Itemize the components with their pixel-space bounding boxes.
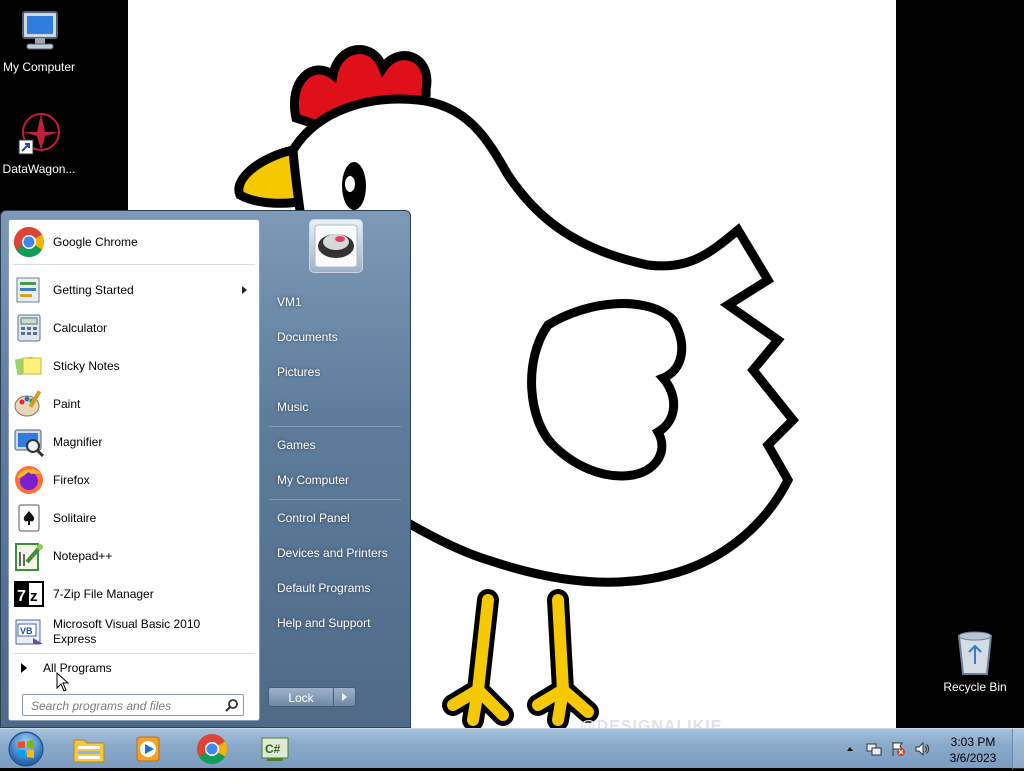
program-calculator[interactable]: Calculator [13, 310, 257, 346]
taskbar-chrome[interactable] [184, 731, 240, 767]
start-button[interactable] [6, 730, 46, 768]
program-label: Paint [53, 396, 81, 411]
start-link-user-folder[interactable]: VM1 [267, 288, 403, 316]
program-magnifier[interactable]: Magnifier [13, 424, 257, 460]
program-firefox[interactable]: Firefox [13, 462, 257, 498]
program-label: Sticky Notes [53, 358, 120, 373]
taskbar-media-player[interactable] [120, 731, 176, 767]
csharp-icon: C# [261, 737, 289, 761]
desktop-icon-label: Recycle Bin [943, 680, 1007, 694]
divider [13, 653, 255, 654]
calculator-icon [13, 312, 45, 344]
arrow-right-icon [342, 693, 347, 701]
shutdown-options-button[interactable] [334, 687, 356, 707]
all-programs-label: All Programs [43, 661, 112, 675]
program-paint[interactable]: Paint [13, 386, 257, 422]
svg-text:7: 7 [17, 588, 26, 605]
start-link-help-support[interactable]: Help and Support [267, 609, 403, 637]
desktop-icon-recycle-bin[interactable]: Recycle Bin [933, 630, 1017, 694]
search-input[interactable] [29, 696, 223, 716]
program-label: Calculator [53, 320, 108, 335]
program-notepadpp[interactable]: Notepad++ [13, 538, 257, 574]
program-label: Getting Started [53, 282, 134, 297]
program-label: Notepad++ [53, 548, 113, 563]
desktop-icon-datawagon[interactable]: DataWagon... [0, 110, 81, 176]
search-programs-box[interactable] [22, 694, 244, 716]
program-label: Magnifier [53, 434, 103, 449]
start-link-my-computer[interactable]: My Computer [267, 466, 403, 494]
clock-date: 3/6/2023 [949, 751, 997, 765]
clock[interactable]: 3:03 PM 3/6/2023 [938, 734, 1008, 766]
program-sticky-notes[interactable]: Sticky Notes [13, 348, 257, 384]
computer-icon [15, 8, 63, 56]
paint-icon [13, 388, 45, 420]
program-label: 7-Zip File Manager [53, 586, 154, 601]
magnifier-icon [13, 426, 45, 458]
program-label: Firefox [53, 472, 90, 487]
divider [269, 499, 401, 500]
program-google-chrome[interactable]: Google Chrome [13, 224, 257, 260]
start-link-pictures[interactable]: Pictures [267, 358, 403, 386]
chicken-wing [527, 299, 687, 481]
start-link-devices-printers[interactable]: Devices and Printers [267, 539, 403, 567]
vb-icon: VB [13, 616, 45, 648]
program-visual-basic[interactable]: VB Microsoft Visual Basic 2010 Express [13, 614, 257, 650]
network-icon[interactable] [866, 741, 882, 757]
svg-text:VB: VB [20, 626, 33, 636]
start-link-games[interactable]: Games [267, 431, 403, 459]
notepadpp-icon [13, 540, 45, 572]
media-player-icon [136, 736, 160, 762]
divider [269, 426, 401, 427]
user-picture[interactable] [309, 219, 363, 273]
volume-icon[interactable] [914, 741, 930, 757]
program-getting-started[interactable]: Getting Started [13, 272, 257, 308]
clock-time: 3:03 PM [950, 735, 996, 749]
firefox-icon [13, 464, 45, 496]
start-link-default-programs[interactable]: Default Programs [267, 574, 403, 602]
action-center-icon[interactable] [890, 741, 906, 757]
start-link-control-panel[interactable]: Control Panel [267, 504, 403, 532]
solitaire-icon [13, 502, 45, 534]
show-hidden-icons-arrow[interactable] [846, 741, 854, 757]
start-menu-programs-pane: Google Chrome Getting Started Calculator… [8, 219, 260, 721]
taskbar: C# 3:03 PM 3/6/2023 [0, 728, 1024, 769]
expand-arrow-icon [21, 663, 27, 673]
datawagon-icon [15, 110, 63, 158]
show-desktop-button[interactable] [1012, 729, 1024, 769]
taskbar-explorer[interactable] [61, 731, 117, 767]
start-link-documents[interactable]: Documents [267, 323, 403, 351]
program-label: Google Chrome [53, 234, 138, 249]
desktop-icon-my-computer[interactable]: My Computer [0, 8, 81, 74]
desktop-icon-label: DataWagon... [2, 162, 76, 176]
divider [13, 264, 255, 265]
7zip-icon: 7 z [13, 578, 45, 610]
getting-started-icon [13, 274, 45, 306]
program-label: Microsoft Visual Basic 2010 Express [53, 617, 201, 646]
windows-logo-icon [8, 731, 44, 767]
svg-text:C#: C# [265, 742, 281, 756]
program-7zip[interactable]: 7 z 7-Zip File Manager [13, 576, 257, 612]
explorer-icon [73, 739, 105, 763]
desktop-icon-label: My Computer [2, 60, 76, 74]
start-link-music[interactable]: Music [267, 393, 403, 421]
program-solitaire[interactable]: Solitaire [13, 500, 257, 536]
start-menu: Google Chrome Getting Started Calculator… [0, 210, 411, 728]
submenu-arrow-icon[interactable] [242, 286, 247, 294]
chrome-icon [13, 226, 45, 258]
recycle-bin-icon [951, 630, 999, 676]
chrome-icon [197, 734, 228, 765]
svg-text:z: z [30, 588, 38, 605]
lock-button[interactable]: Lock [268, 687, 334, 707]
mouse-cursor-icon [56, 671, 70, 692]
search-icon[interactable] [225, 698, 239, 712]
all-programs-button[interactable]: All Programs [17, 657, 253, 679]
program-label: Solitaire [53, 510, 97, 525]
taskbar-csharp[interactable]: C# [247, 731, 303, 767]
sticky-notes-icon [13, 350, 45, 382]
